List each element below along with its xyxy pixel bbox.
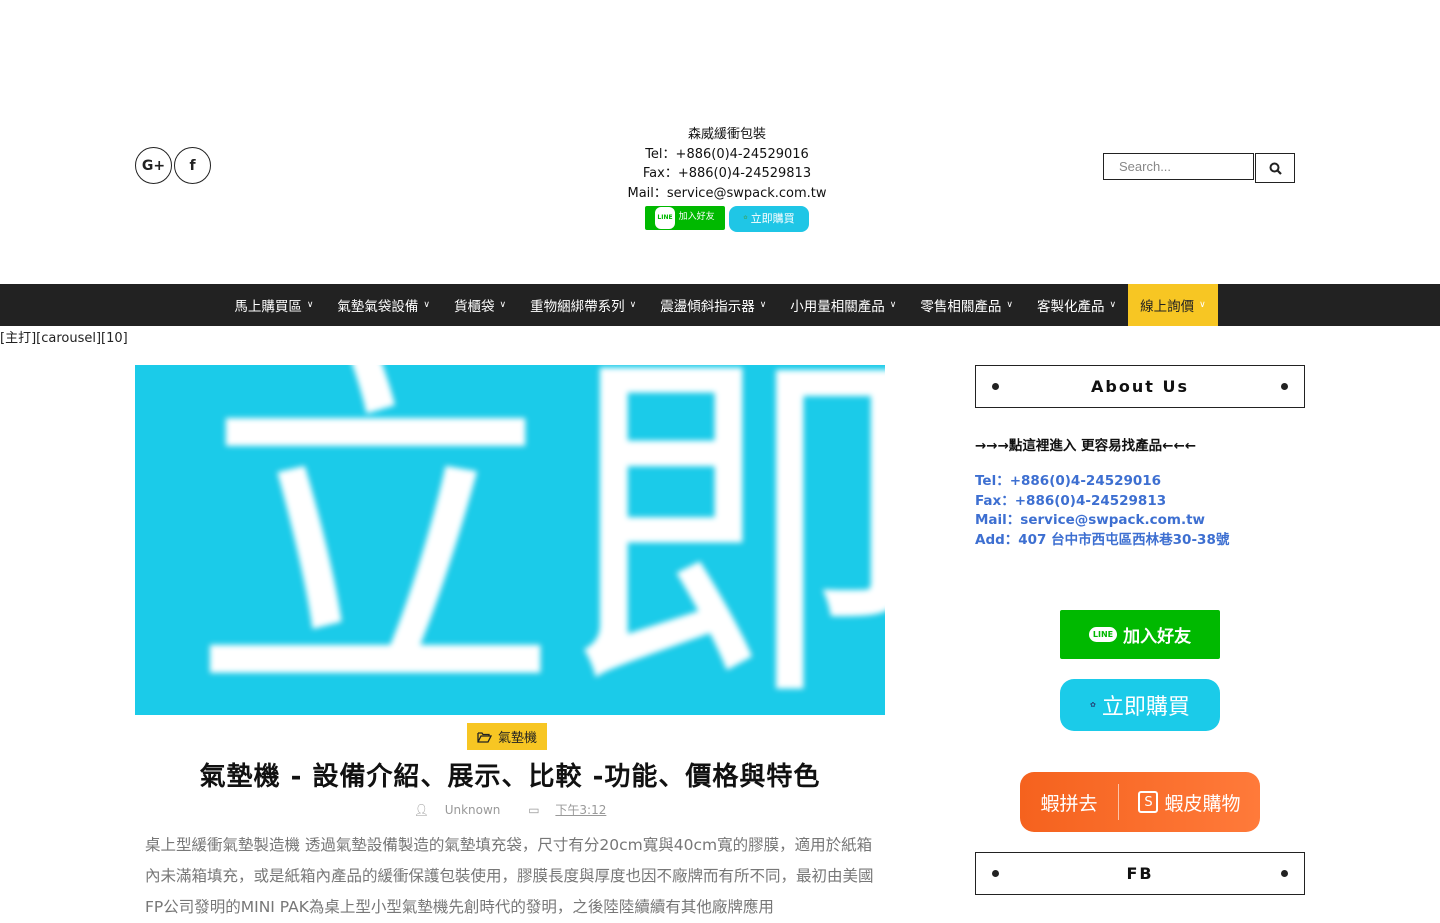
sidebar-fax[interactable]: Fax：+886(0)4-24529813 [975, 492, 1229, 512]
shopee-store-button[interactable]: 蝦拼去 S 蝦皮購物 [1020, 772, 1260, 832]
chevron-down-icon: ∨ [306, 300, 314, 310]
about-contact-info: Tel：+886(0)4-24529016 Fax：+886(0)4-24529… [975, 472, 1229, 550]
bullet-icon [992, 870, 999, 877]
chevron-down-icon: ∨ [1109, 300, 1117, 310]
nav-label: 客製化產品 [1036, 299, 1105, 315]
bullet-icon [1281, 383, 1288, 390]
category-label: 氣墊機 [498, 731, 538, 746]
post-date-text: 下午3:12 [555, 803, 607, 817]
widget-title-text: About Us [1091, 377, 1189, 396]
social-links: G+ f [135, 147, 211, 184]
featured-image-text: 立即購 [190, 365, 885, 715]
divider [1118, 784, 1119, 820]
post-title[interactable]: 氣墊機 - 設備介紹、展示、比較 -功能、價格與特色 [135, 756, 885, 793]
nav-label: 線上詢價 [1140, 299, 1195, 315]
widget-title-about: About Us [975, 365, 1305, 408]
category-badge[interactable]: 氣墊機 [467, 723, 548, 750]
nav-label: 小用量相關產品 [790, 299, 885, 315]
about-products-link[interactable]: →→→點這裡進入 更容易找產品←←← [975, 434, 1196, 454]
nav-label: 馬上購買區 [234, 299, 302, 315]
nav-label: 氣墊氣袋設備 [337, 299, 419, 315]
shopee-tagline: 蝦拼去 [1040, 792, 1098, 815]
buy-now-label: 立即購買 [750, 212, 795, 226]
nav-item-retail[interactable]: 零售相關產品 ∨ [908, 284, 1025, 326]
nav-item-inquiry[interactable]: 線上詢價 ∨ [1128, 284, 1218, 326]
bullet-icon [992, 383, 999, 390]
featured-image[interactable]: 立即購 [135, 365, 885, 715]
nav-item-air-cushion[interactable]: 氣墊氣袋設備 ∨ [325, 284, 442, 326]
nav-item-buy-now[interactable]: 馬上購買區 ∨ [222, 284, 325, 326]
chevron-down-icon: ∨ [423, 300, 431, 310]
header-fax: Fax：+886(0)4-24529813 [642, 166, 812, 181]
chevron-down-icon: ∨ [759, 300, 767, 310]
nav-label: 重物綑綁帶系列 [530, 299, 625, 315]
nav-label: 震盪傾斜指示器 [660, 299, 755, 315]
nav-item-container-bag[interactable]: 貨櫃袋 ∨ [442, 284, 518, 326]
nav-item-indicator[interactable]: 震盪傾斜指示器 ∨ [648, 284, 778, 326]
line-add-friend-label: 加入好友 [678, 212, 715, 223]
user-icon: 👤︎ [413, 803, 429, 817]
nav-item-small-qty[interactable]: 小用量相關產品 ∨ [778, 284, 908, 326]
sidebar-address[interactable]: Add：407 台中市西屯區西林巷30-38號 [975, 531, 1229, 551]
search-input[interactable]: Search... [1103, 153, 1254, 180]
nav-label: 貨櫃袋 [454, 299, 495, 315]
shopee-bag-icon: S [1138, 791, 1159, 813]
carousel-shortcode-text: [主打][carousel][10] [0, 331, 128, 346]
sidebar-line-add-friend-button[interactable]: LINE 加入好友 [1060, 610, 1220, 659]
header-mail[interactable]: Mail：service@swpack.com.tw [600, 184, 854, 204]
search-button[interactable] [1255, 153, 1295, 183]
sidebar-tel[interactable]: Tel：+886(0)4-24529016 [975, 472, 1229, 492]
bullet-icon [1281, 870, 1288, 877]
widget-title-text: FB [1126, 864, 1154, 883]
chevron-down-icon: ∨ [1199, 300, 1206, 310]
header-tel: Tel：+886(0)4-24529016 [645, 146, 809, 162]
chevron-down-icon: ∨ [1006, 300, 1013, 310]
chevron-down-icon: ∨ [499, 300, 507, 310]
line-add-friend-label: 加入好友 [1123, 627, 1192, 647]
chevron-down-icon: ∨ [629, 300, 637, 310]
calendar-icon: ▭ [528, 803, 540, 817]
search-icon [1269, 162, 1282, 175]
line-icon: LINE [655, 207, 675, 229]
search-form: Search... [1103, 153, 1295, 183]
author-name: Unknown [444, 803, 501, 817]
folder-open-icon [477, 731, 492, 743]
buy-now-button[interactable]: ✿ 立即購買 [729, 206, 809, 232]
header-contact: 森威緩衝包裝 Tel：+886(0)4-24529016 Fax：+886(0)… [600, 125, 854, 232]
post-date[interactable]: ▭ 下午3:12 [522, 803, 612, 817]
sidebar-mail[interactable]: Mail：service@swpack.com.tw [975, 511, 1229, 531]
main-nav: 馬上購買區 ∨ 氣墊氣袋設備 ∨ 貨櫃袋 ∨ 重物綑綁帶系列 ∨ 震盪傾斜指示器 ∨ 小用… [0, 284, 1440, 326]
senwei-logo-icon: ✿ [1090, 701, 1096, 709]
buy-now-label: 立即購買 [1101, 695, 1190, 720]
site-header: G+ f 森威緩衝包裝 Tel：+886(0)4-24529016 Fax：+8… [0, 0, 1440, 284]
widget-title-fb: FB [975, 852, 1305, 895]
author[interactable]: 👤︎ Unknown [408, 803, 507, 817]
line-add-friend-button[interactable]: LINE 加入好友 [645, 206, 725, 230]
chevron-down-icon: ∨ [889, 300, 897, 310]
shopee-label: 蝦皮購物 [1164, 792, 1241, 815]
line-icon: LINE [1088, 627, 1118, 642]
post-excerpt: 桌上型緩衝氣墊製造機 透過氣墊設備製造的氣墊填充袋，尺寸有分20cm寬與40cm… [145, 836, 874, 916]
google-plus-icon[interactable]: G+ [135, 147, 172, 184]
nav-item-strapping[interactable]: 重物綑綁帶系列 ∨ [518, 284, 648, 326]
nav-item-custom[interactable]: 客製化產品 ∨ [1025, 284, 1128, 326]
sidebar-buy-now-button[interactable]: ✿ 立即購買 [1060, 679, 1220, 731]
facebook-icon[interactable]: f [174, 147, 211, 184]
senwei-logo-icon: ✿ [743, 215, 748, 222]
post-meta: 👤︎ Unknown ▭ 下午3:12 [135, 801, 885, 818]
company-name: 森威緩衝包裝 [687, 127, 766, 142]
nav-label: 零售相關產品 [920, 299, 1002, 315]
